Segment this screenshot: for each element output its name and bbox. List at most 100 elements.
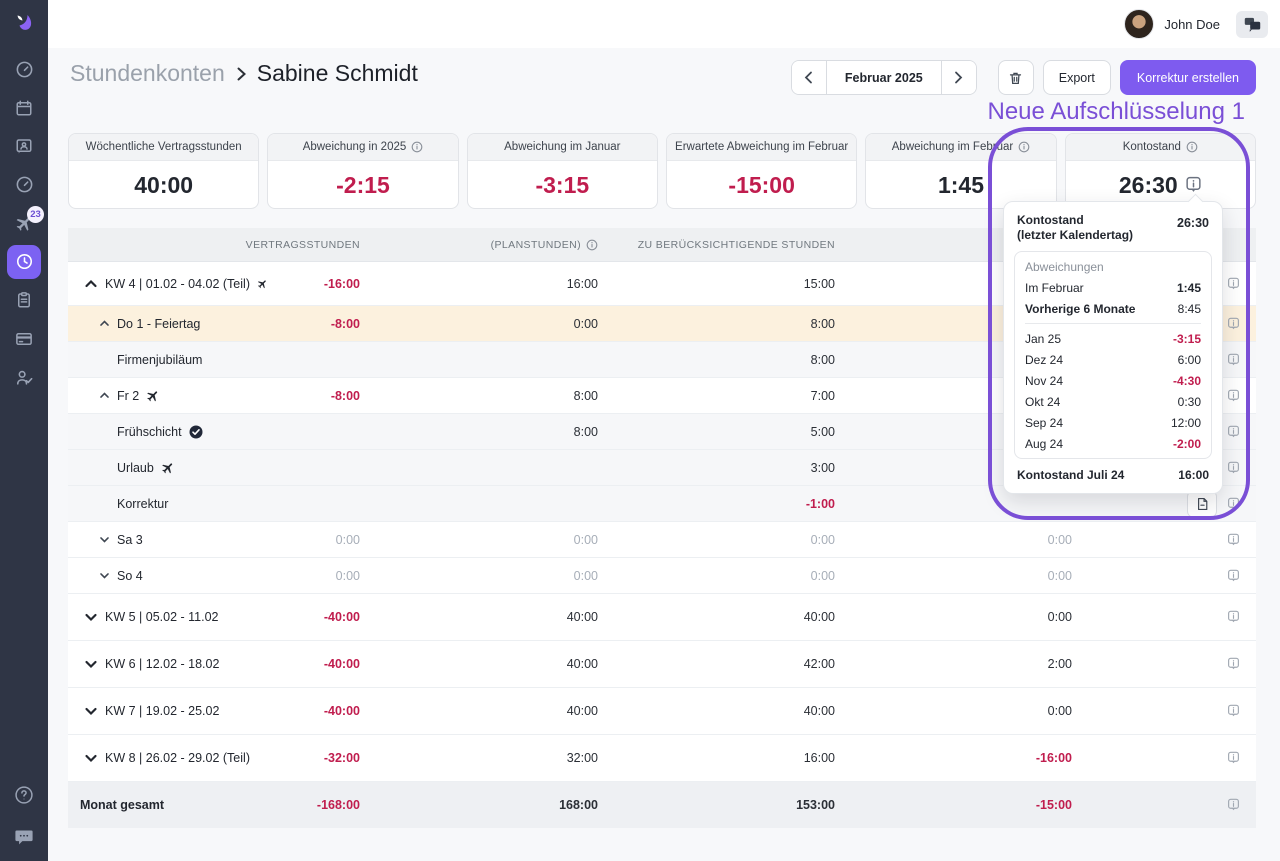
delete-button[interactable] [998, 60, 1034, 95]
help-button[interactable] [0, 781, 48, 809]
period-navigator: Februar 2025 [791, 60, 977, 95]
info-icon[interactable] [1018, 141, 1030, 153]
row-label: KW 6 | 12.02 - 18.02 [105, 657, 219, 671]
app-logo-icon[interactable] [11, 10, 37, 36]
note-icon[interactable] [1227, 389, 1240, 403]
cell-vertragsstunden: -40:00 [268, 657, 360, 671]
user-name[interactable]: John Doe [1164, 17, 1220, 32]
cell-zu-beruecksichtigende: 0:00 [598, 533, 835, 547]
popover-breakdown-box: Abweichungen Im Februar1:45 Vorherige 6 … [1014, 251, 1212, 459]
tooltip-card-icon[interactable] [1185, 176, 1202, 194]
cell-abweichung: 2:00 [835, 657, 1072, 671]
cell-planstunden: 40:00 [360, 610, 598, 624]
cell-vertragsstunden: 0:00 [268, 533, 360, 547]
gauge-icon [15, 175, 34, 194]
row-label: Korrektur [117, 497, 168, 511]
note-icon[interactable] [1227, 533, 1240, 547]
airplane-icon [146, 389, 160, 403]
row-label: KW 7 | 19.02 - 25.02 [105, 704, 219, 718]
airplane-icon [257, 277, 268, 291]
sidebar-item-dashboard[interactable] [0, 50, 48, 89]
feedback-button[interactable] [0, 823, 48, 851]
sidebar-item-payroll[interactable] [0, 320, 48, 359]
row-name-cell[interactable]: KW 7 | 19.02 - 25.02 [68, 704, 268, 718]
popover-title-line1: Kontostand [1017, 213, 1133, 228]
page-title: Sabine Schmidt [257, 60, 418, 87]
note-icon[interactable] [1227, 497, 1240, 511]
note-icon[interactable] [1227, 425, 1240, 439]
row-name-cell[interactable]: Sa 3 [68, 533, 268, 547]
note-icon[interactable] [1227, 277, 1240, 291]
card-deviation-february: Abweichung im Februar 1:45 [865, 133, 1056, 209]
table-row-sa3[interactable]: Sa 3 0:00 0:00 0:00 0:00 [68, 522, 1256, 558]
table-row-kw8[interactable]: KW 8 | 26.02 - 29.02 (Teil) -32:00 32:00… [68, 735, 1256, 782]
note-icon[interactable] [1227, 353, 1240, 367]
create-correction-button[interactable]: Korrektur erstellen [1120, 60, 1256, 95]
row-name-cell[interactable]: KW 5 | 05.02 - 11.02 [68, 610, 268, 624]
row-name-cell[interactable]: KW 4 | 01.02 - 04.02 (Teil) [68, 277, 268, 291]
popover-row: Vorherige 6 Monate8:45 [1025, 298, 1201, 319]
sidebar-item-calendar[interactable] [0, 89, 48, 128]
cell-vertragsstunden: -40:00 [268, 704, 360, 718]
info-icon[interactable] [586, 239, 598, 251]
person-check-icon [15, 368, 34, 387]
table-row-so4[interactable]: So 4 0:00 0:00 0:00 0:00 [68, 558, 1256, 594]
sidebar-item-absences[interactable]: 23 [0, 204, 48, 243]
breadcrumb-parent[interactable]: Stundenkonten [70, 60, 225, 87]
note-icon[interactable] [1227, 751, 1240, 765]
cell-zu-beruecksichtigende: 153:00 [598, 798, 835, 812]
row-name-cell[interactable]: KW 6 | 12.02 - 18.02 [68, 657, 268, 671]
previous-month-button[interactable] [792, 61, 826, 94]
messages-button[interactable] [1236, 11, 1268, 38]
row-name-cell[interactable]: Do 1 - Feiertag [68, 317, 268, 331]
next-month-button[interactable] [942, 61, 976, 94]
row-name-cell: Urlaub [68, 461, 268, 475]
table-row-kw6[interactable]: KW 6 | 12.02 - 18.02 -40:00 40:00 42:00 … [68, 641, 1256, 688]
avatar[interactable] [1124, 9, 1154, 39]
cell-planstunden: 0:00 [360, 317, 598, 331]
sidebar-item-attendance[interactable] [0, 243, 48, 282]
info-icon[interactable] [411, 141, 423, 153]
row-label: KW 4 | 01.02 - 04.02 (Teil) [105, 277, 250, 291]
cell-vertragsstunden: -40:00 [268, 610, 360, 624]
card-label: Erwartete Abweichung im Februar [675, 141, 848, 153]
card-account-balance: Kontostand 26:30 [1065, 133, 1256, 209]
sidebar-nav: 23 [0, 50, 48, 397]
note-icon[interactable] [1227, 704, 1240, 718]
note-icon[interactable] [1227, 461, 1240, 475]
sidebar-item-recruiting[interactable] [0, 358, 48, 397]
cell-abweichung: -16:00 [835, 751, 1072, 765]
row-name-cell[interactable]: KW 8 | 26.02 - 29.02 (Teil) [68, 751, 268, 765]
card-value: 40:00 [134, 172, 193, 199]
period-label[interactable]: Februar 2025 [826, 61, 942, 94]
cell-abweichung: -15:00 [835, 798, 1072, 812]
chevron-right-icon [235, 66, 247, 82]
info-icon[interactable] [1186, 141, 1198, 153]
row-name-cell[interactable]: So 4 [68, 569, 268, 583]
note-icon[interactable] [1227, 317, 1240, 331]
table-row-kw7[interactable]: KW 7 | 19.02 - 25.02 -40:00 40:00 40:00 … [68, 688, 1256, 735]
cell-zu-beruecksichtigende: 8:00 [598, 317, 835, 331]
sidebar-item-employees[interactable] [0, 127, 48, 166]
note-icon[interactable] [1227, 798, 1240, 812]
cell-vertragsstunden: -16:00 [268, 277, 360, 291]
row-label: Sa 3 [117, 533, 143, 547]
cell-zu-beruecksichtigende: 40:00 [598, 704, 835, 718]
sidebar: 23 [0, 0, 48, 861]
note-icon[interactable] [1227, 569, 1240, 583]
cell-zu-beruecksichtigende: 16:00 [598, 751, 835, 765]
note-icon[interactable] [1227, 610, 1240, 624]
export-button[interactable]: Export [1043, 60, 1111, 95]
row-name-cell[interactable]: Fr 2 [68, 389, 268, 403]
sidebar-item-performance[interactable] [0, 166, 48, 205]
table-row-kw5[interactable]: KW 5 | 05.02 - 11.02 -40:00 40:00 40:00 … [68, 594, 1256, 641]
row-label: Frühschicht [117, 425, 182, 439]
chevron-left-icon [804, 71, 813, 84]
card-deviation-january: Abweichung im Januar -3:15 [467, 133, 658, 209]
card-label: Abweichung im Februar [892, 141, 1013, 153]
note-icon[interactable] [1227, 657, 1240, 671]
sidebar-item-reviews[interactable] [0, 281, 48, 320]
airplane-icon [161, 461, 175, 475]
cell-zu-beruecksichtigende: 15:00 [598, 277, 835, 291]
cell-planstunden: 16:00 [360, 277, 598, 291]
